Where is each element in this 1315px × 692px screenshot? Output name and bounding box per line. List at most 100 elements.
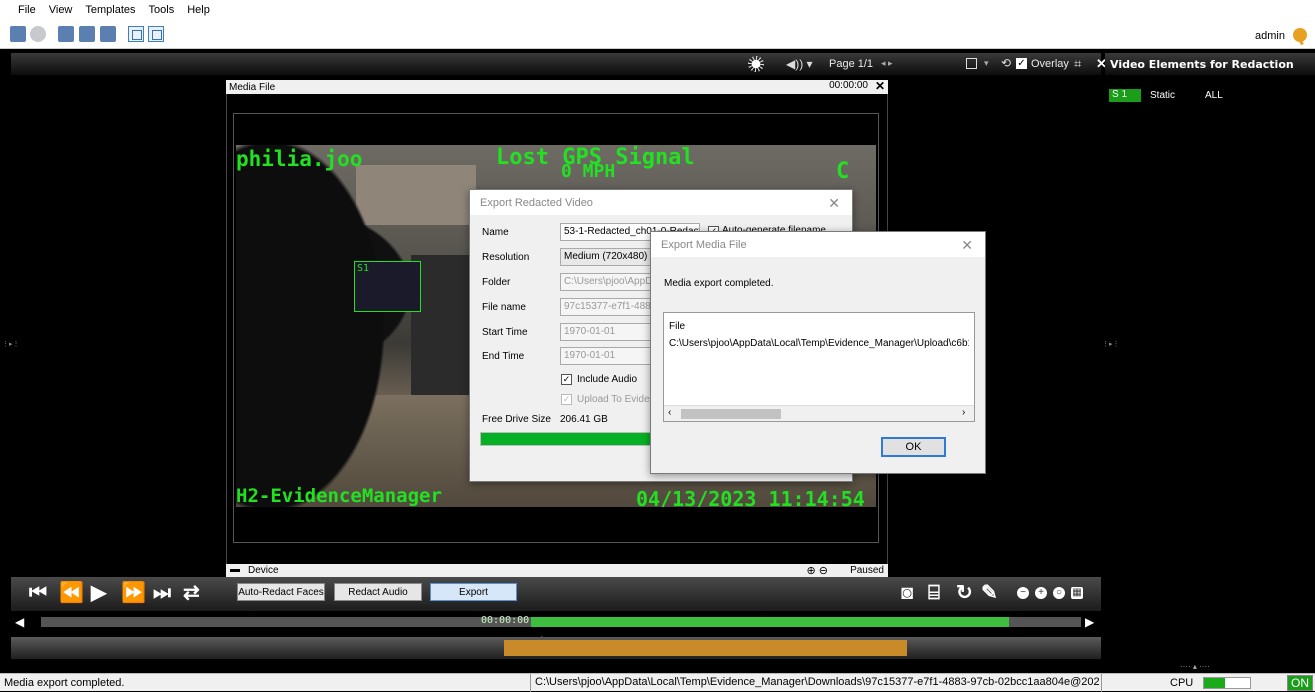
menu-templates[interactable]: Templates <box>85 4 135 16</box>
close-icon[interactable]: ✕ <box>828 195 840 212</box>
users-icon[interactable] <box>79 26 95 42</box>
file-column-header: File <box>669 321 686 332</box>
loop-icon[interactable]: ⇄ <box>183 583 200 603</box>
timeline-right-icon[interactable]: ▶ <box>1085 615 1094 629</box>
include-audio-label: Include Audio <box>577 374 638 385</box>
disc-icon[interactable] <box>30 26 46 42</box>
overlay-checkbox[interactable]: ✓ <box>1016 58 1027 69</box>
user-name: admin <box>1255 30 1285 42</box>
minus-circle-icon[interactable]: − <box>1017 587 1029 599</box>
cpu-label: CPU <box>1170 677 1194 689</box>
zoom-controls-icon[interactable]: ⊕ ⊖ <box>807 564 829 577</box>
export-media-file-dialog: Export Media File ✕ Media export complet… <box>650 231 986 474</box>
player-header: ◀)) ▾ Page 1/1 ◂ ▸ ▾ ⟲ ✓ Overlay ⌗ ✕ <box>11 53 1107 75</box>
element-id-badge[interactable]: S 1 <box>1109 89 1141 102</box>
menu-help[interactable]: Help <box>187 4 210 16</box>
free-drive-value: 206.41 GB <box>560 414 608 425</box>
scroll-left-icon[interactable]: ‹ <box>668 407 671 418</box>
dialog-title: Export Redacted Video <box>470 190 852 215</box>
horizontal-scrollbar[interactable]: ‹ › <box>664 405 974 421</box>
list-icon[interactable] <box>100 26 116 42</box>
menu-file[interactable]: File <box>18 4 36 16</box>
osd-station: H2-EvidenceManager <box>236 485 442 507</box>
go-start-icon[interactable]: ⏮ <box>29 583 47 603</box>
ok-button[interactable]: OK <box>881 437 946 457</box>
transport-bar: ⏮ ⏪ ▶ ⏩ ⏭ ⇄ Auto-Redact Faces Redact Aud… <box>11 577 1101 611</box>
osd-corner: C <box>836 159 850 184</box>
chevron-down-icon[interactable]: ▾ <box>984 58 989 69</box>
filename-label: File name <box>482 302 526 313</box>
redaction-box-label: S1 <box>357 263 370 274</box>
layout-icon[interactable] <box>966 58 977 69</box>
refresh-icon[interactable]: ↻ <box>956 583 973 603</box>
menu-bar: File View Templates Tools Help <box>0 0 1315 19</box>
save-icon[interactable] <box>58 26 74 42</box>
fast-forward-icon[interactable]: ⏩ <box>121 583 146 603</box>
osd-user: philia.joo <box>236 147 363 171</box>
element-scope[interactable]: ALL <box>1205 90 1223 101</box>
osd-speed: 0 MPH <box>561 161 616 182</box>
upload-evidence-checkbox[interactable]: ✓ <box>561 394 572 405</box>
osd-datetime: 04/13/2023 11:14:54 <box>636 487 865 507</box>
splitter-handle[interactable]: ···· ▴ ···· <box>1180 662 1210 671</box>
rotate-icon[interactable]: ⟲ <box>1001 56 1011 70</box>
file-list[interactable]: File C:\Users\pjoo\AppData\Local\Temp\Ev… <box>663 312 975 422</box>
timeline-track[interactable] <box>41 617 1081 627</box>
device-label: Device <box>248 565 279 576</box>
toolbar: admin <box>0 19 1315 49</box>
start-time-field[interactable]: 1970-01-01 <box>560 323 652 341</box>
export-button[interactable]: Export <box>430 583 517 601</box>
plus-circle-icon[interactable]: + <box>1035 587 1047 599</box>
menu-tools[interactable]: Tools <box>149 4 175 16</box>
menu-view[interactable]: View <box>49 4 73 16</box>
scroll-right-icon[interactable]: › <box>962 407 965 418</box>
device-bar: ▬ Device ⊕ ⊖ Paused <box>226 564 888 577</box>
status-message: Media export completed. <box>4 677 125 689</box>
left-splitter-handle[interactable]: ⋮▸⋮ <box>2 340 20 370</box>
media-file-title: Media File <box>229 81 276 93</box>
fit-screen-icon[interactable]: ⌗ <box>1074 56 1081 72</box>
redaction-panel <box>1105 53 1315 673</box>
on-badge[interactable]: ON <box>1287 675 1313 691</box>
device-icon: ▬ <box>230 564 240 575</box>
play-icon[interactable]: ▶ <box>91 583 106 603</box>
timeline-left-icon[interactable]: ◀ <box>15 615 24 629</box>
auto-redact-faces-button[interactable]: Auto-Redact Faces <box>237 583 325 601</box>
go-end-icon[interactable]: ⏭ <box>153 583 171 603</box>
dialog-title: Export Media File <box>651 232 985 257</box>
dialog-message: Media export completed. <box>664 278 774 289</box>
include-audio-checkbox[interactable]: ✓ <box>561 374 572 385</box>
film-icon[interactable]: ⌸ <box>928 583 940 603</box>
timeline[interactable]: ◀ 00:00:00 ▶ <box>11 613 1101 631</box>
close-icon[interactable]: ✕ <box>875 79 885 93</box>
audio-track-fill <box>504 640 908 656</box>
rewind-icon[interactable]: ⏪ <box>59 583 84 603</box>
end-time-label: End Time <box>482 351 525 362</box>
brightness-icon[interactable] <box>748 56 764 72</box>
zoom-tool-icon[interactable] <box>148 26 164 42</box>
page-nav-icon[interactable]: ◂ ▸ <box>881 58 893 69</box>
camera-icon[interactable]: ◙ <box>901 583 913 603</box>
free-drive-label: Free Drive Size <box>482 414 551 425</box>
file-path[interactable]: C:\Users\pjoo\AppData\Local\Temp\Evidenc… <box>669 338 969 349</box>
open-file-icon[interactable] <box>10 26 26 42</box>
timeline-time: 00:00:00 <box>481 615 530 626</box>
redact-audio-button[interactable]: Redact Audio <box>334 583 422 601</box>
media-file-header: Media File 00:00:00 ✕ <box>226 79 888 94</box>
calendar-icon[interactable]: ▦ <box>1071 587 1083 599</box>
export-progress-fill <box>481 433 655 445</box>
redaction-box[interactable]: S1 <box>354 261 421 312</box>
name-label: Name <box>482 227 509 238</box>
right-splitter-handle[interactable]: ⋮▸⋮ <box>1102 340 1120 370</box>
secondary-timeline[interactable] <box>11 637 1101 659</box>
circle-icon[interactable]: ○ <box>1053 587 1065 599</box>
folder-label: Folder <box>482 277 511 288</box>
end-time-field[interactable]: 1970-01-01 <box>560 347 652 365</box>
pencil-icon[interactable]: ✎ <box>981 583 998 603</box>
scrollbar-thumb[interactable] <box>681 409 781 419</box>
element-type[interactable]: Static <box>1150 90 1175 101</box>
select-tool-icon[interactable] <box>128 26 144 42</box>
close-icon[interactable]: ✕ <box>961 237 973 254</box>
volume-icon[interactable]: ◀)) ▾ <box>786 57 813 71</box>
playback-status: Paused <box>850 565 884 576</box>
